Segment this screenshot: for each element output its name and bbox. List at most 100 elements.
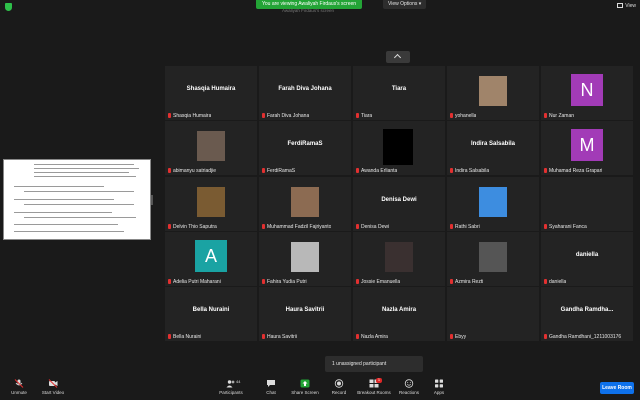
mic-muted-icon — [168, 334, 171, 340]
participant-label: Awanda Erlianta — [356, 168, 397, 174]
view-button[interactable]: View — [617, 3, 636, 9]
doc-line — [24, 217, 136, 218]
participant-tile[interactable]: Haura Savitrii Haura Savitrii — [259, 287, 351, 342]
shared-screen-content[interactable] — [3, 159, 151, 240]
participant-tile[interactable]: Indira Salsabila Indira Salsabila — [447, 121, 539, 176]
mic-muted-icon — [14, 379, 24, 388]
participant-tile[interactable]: FerdiRamaS FerdiRamaS — [259, 121, 351, 176]
mic-muted-icon — [544, 223, 547, 229]
participant-label: Ebyy — [450, 334, 466, 340]
participant-tile[interactable]: Nazla Amira Nazla Amira — [353, 287, 445, 342]
participant-video — [479, 241, 507, 272]
participants-icon — [226, 380, 235, 388]
participant-tile[interactable]: M Muhamad Reza Grapari — [541, 121, 633, 176]
reactions-button[interactable]: Reactions — [392, 379, 426, 395]
participant-label-text: Azmira Rezti — [455, 278, 484, 285]
reactions-label: Reactions — [398, 390, 419, 395]
mic-muted-icon — [450, 168, 453, 174]
participant-tile[interactable]: Awanda Erlianta — [353, 121, 445, 176]
participant-tile[interactable]: Jossie Emanuella — [353, 231, 445, 286]
participant-tile[interactable]: N Nur Zaman — [541, 66, 633, 120]
apps-button[interactable]: Apps — [422, 379, 456, 395]
participant-tile[interactable]: A Adelia Putri Maharani — [165, 231, 257, 286]
participant-tile[interactable]: Rathi Sabri — [447, 176, 539, 231]
participant-tile[interactable]: yohanella — [447, 66, 539, 120]
participant-label-text: Adelia Putri Maharani — [173, 278, 221, 285]
participant-label: Gandha Ramdhani_1211003176 — [544, 334, 621, 340]
split-divider-handle[interactable] — [151, 195, 153, 205]
participant-label: Bella Nuraini — [168, 334, 201, 340]
avatar: M — [571, 129, 603, 162]
participant-label: Delvin Thio Saputra — [168, 223, 217, 230]
participant-tile[interactable]: Ebyy — [447, 287, 539, 342]
view-label: View — [625, 3, 636, 9]
mic-muted-icon — [356, 223, 359, 229]
security-shield-icon[interactable] — [5, 3, 12, 11]
participant-label-text: Indira Salsabila — [455, 168, 490, 175]
unmute-button[interactable]: Unmute — [2, 379, 36, 395]
participant-label-text: Nur Zaman — [549, 113, 575, 119]
participant-tile[interactable]: Tiara Tiara — [353, 66, 445, 120]
mic-muted-icon — [356, 113, 359, 118]
mic-muted-icon — [168, 168, 171, 174]
participant-tile[interactable]: Muhammad Fadzil Fajriyanto — [259, 176, 351, 231]
participant-label: yohanella — [450, 113, 476, 119]
participant-label-text: Muhammad Fadzil Fajriyanto — [267, 223, 332, 230]
participants-count: 44 — [236, 379, 241, 384]
participant-label-text: Delvin Thio Saputra — [173, 223, 217, 230]
record-button[interactable]: Record — [322, 379, 356, 395]
leave-room-button[interactable]: Leave Room — [600, 382, 634, 394]
participant-tile[interactable]: Shasqia Humaira Shasqia Humaira — [165, 66, 257, 120]
participant-label: Nazla Amira — [356, 334, 388, 340]
top-bar: You are viewing Awaliyah Firdaus's scree… — [0, 0, 640, 14]
share-screen-button[interactable]: Share Screen — [288, 379, 322, 395]
participant-tile[interactable]: Bella Nuraini Bella Nuraini — [165, 287, 257, 342]
mic-muted-icon — [544, 334, 547, 340]
participant-tile[interactable]: abimanyu satriadjie — [165, 121, 257, 176]
participant-label-text: yohanella — [455, 113, 477, 119]
participant-tile[interactable]: Gandha Ramdha... Gandha Ramdhani_12110031… — [541, 287, 633, 342]
participant-video — [291, 186, 319, 217]
collapse-gallery-button[interactable] — [386, 51, 410, 63]
video-off-icon — [48, 379, 58, 388]
mic-muted-icon — [262, 334, 265, 340]
participant-label-text: Farah Diva Johana — [267, 113, 310, 119]
participants-button[interactable]: 44 Participants — [214, 379, 248, 395]
avatar: A — [195, 239, 227, 272]
meeting-toolbar: Unmute Start Video 44 Participants Chat … — [0, 377, 640, 400]
chat-button[interactable]: Chat — [254, 379, 288, 395]
mic-muted-icon — [450, 278, 453, 284]
participant-label-text: FerdiRamaS — [267, 168, 296, 175]
start-video-button[interactable]: Start Video — [36, 379, 70, 395]
view-options-button[interactable]: View Options ▾ — [383, 0, 427, 9]
participant-tile[interactable]: Farah Diva Johana Farah Diva Johana — [259, 66, 351, 120]
participant-tile[interactable]: Delvin Thio Saputra — [165, 176, 257, 231]
participant-tile[interactable]: daniella daniella — [541, 231, 633, 286]
breakout-rooms-button[interactable]: 1 Breakout Rooms — [354, 378, 394, 395]
doc-line — [14, 186, 104, 187]
participant-label: Nur Zaman — [544, 113, 574, 119]
participant-tile[interactable]: Denisa Dewi Denisa Dewi — [353, 176, 445, 231]
participant-display-name: Haura Savitrii — [285, 307, 325, 314]
participant-tile[interactable]: Fahira Yudia Putri — [259, 231, 351, 286]
chat-icon — [267, 380, 275, 387]
participant-display-name: Tiara — [391, 86, 407, 92]
participant-tile[interactable]: Syaharani Fanca — [541, 176, 633, 231]
unassigned-participant-notice[interactable]: 1 unassigned participant — [325, 356, 423, 372]
participant-label: Adelia Putri Maharani — [168, 278, 221, 285]
doc-line — [14, 224, 118, 225]
start-video-label: Start Video — [41, 390, 65, 395]
participant-display-name: Gandha Ramdha... — [560, 307, 614, 314]
zoom-meeting-window: You are viewing Awaliyah Firdaus's scree… — [0, 0, 640, 400]
participants-label: Participants — [219, 390, 243, 395]
doc-line — [34, 172, 129, 173]
participant-tile[interactable]: Azmira Rezti — [447, 231, 539, 286]
breakout-rooms-badge: 1 — [376, 378, 382, 383]
share-screen-icon — [300, 379, 310, 388]
participant-label: Rathi Sabri — [450, 223, 480, 230]
participant-label: Farah Diva Johana — [262, 113, 309, 119]
participant-display-name: Bella Nuraini — [192, 307, 230, 314]
participant-label: Shasqia Humaira — [168, 113, 211, 119]
participant-label-text: Denisa Dewi — [361, 223, 390, 230]
doc-line — [34, 164, 134, 165]
